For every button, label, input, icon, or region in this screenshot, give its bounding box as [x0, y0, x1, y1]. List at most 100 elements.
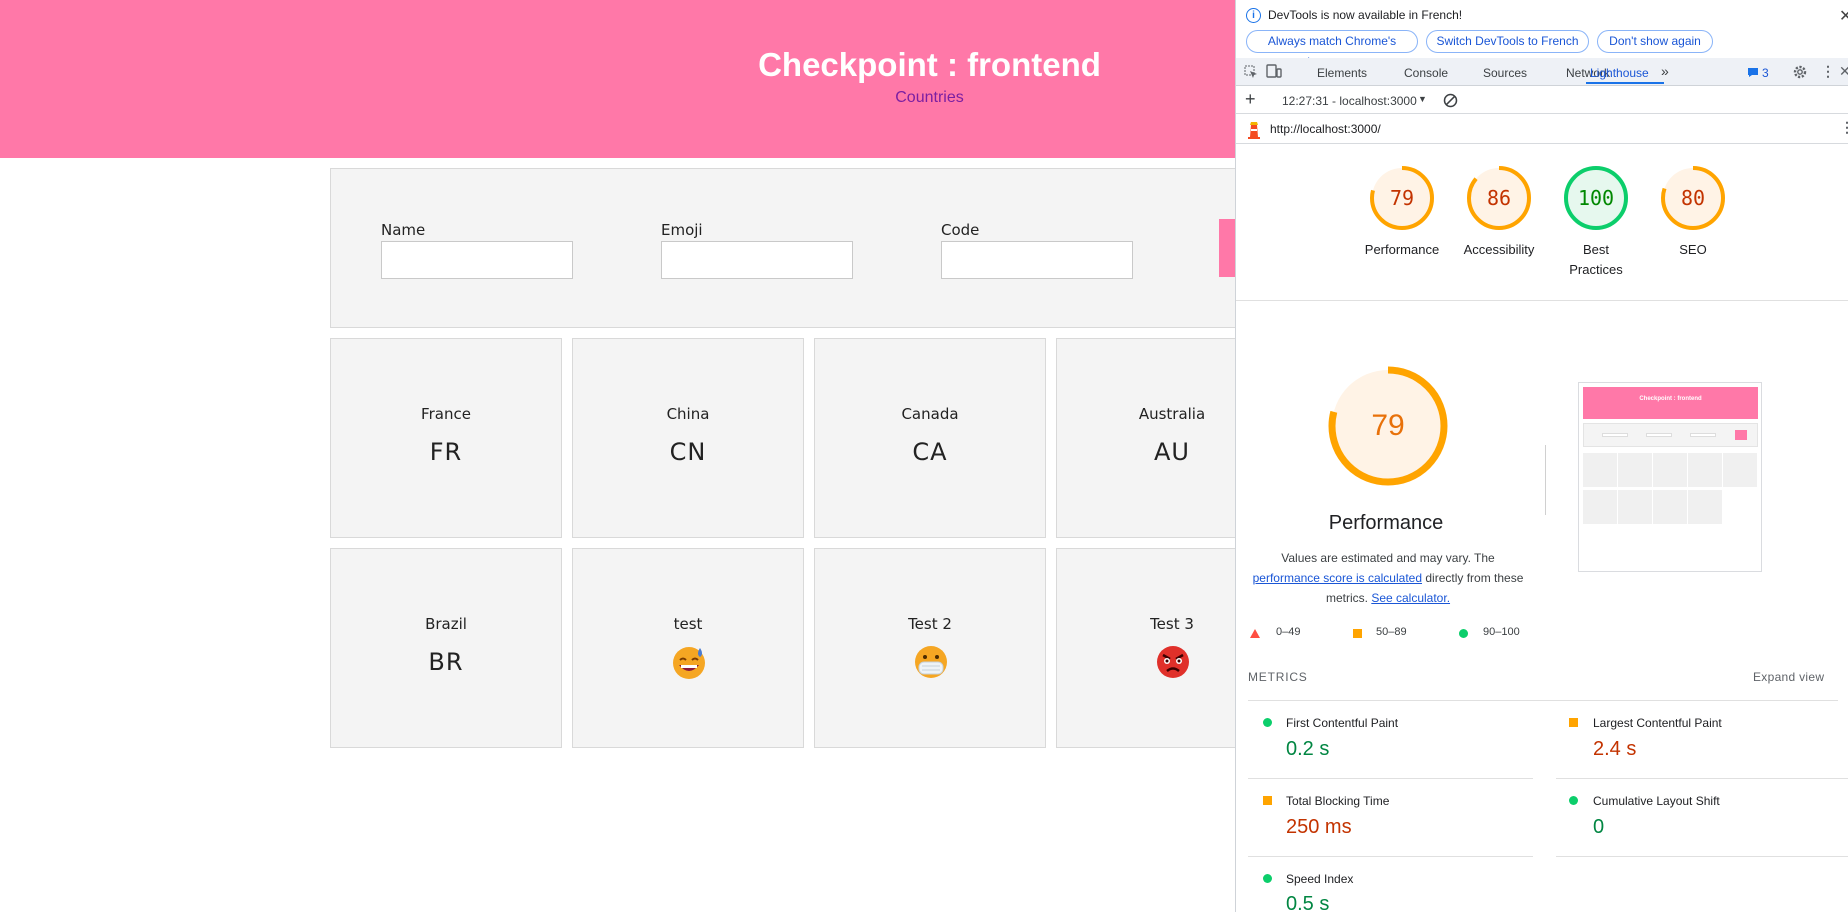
card-name: Australia — [1138, 405, 1206, 423]
performance-gauge[interactable]: 79 — [1368, 164, 1436, 232]
country-card: China CN — [572, 338, 804, 538]
pass-circle-icon — [1459, 629, 1468, 638]
pass-circle-icon — [1569, 796, 1578, 805]
metrics-header: METRICS — [1248, 670, 1308, 684]
card-name: Test 2 — [908, 615, 952, 633]
grinning-sweat-emoji-icon — [673, 647, 705, 679]
pass-circle-icon — [1263, 718, 1272, 727]
chevron-down-icon[interactable]: ▼ — [1418, 94, 1427, 104]
card-name: Canada — [901, 405, 959, 423]
thumb-cards — [1583, 453, 1758, 525]
dont-show-again-button[interactable]: Don't show again — [1597, 30, 1713, 53]
always-match-language-button[interactable]: Always match Chrome's language — [1246, 30, 1418, 69]
issues-icon[interactable] — [1747, 67, 1759, 78]
metric-si-title: Speed Index — [1286, 872, 1354, 886]
country-card: Test 2 — [814, 548, 1046, 748]
thumb-header — [1583, 387, 1758, 419]
metric-fcp-value: 0.2 s — [1286, 738, 1330, 760]
countries-link[interactable]: Countries — [0, 89, 1235, 107]
performance-description: Values are estimated and may vary. The p… — [1248, 548, 1528, 608]
legend-fail: 0–49 — [1276, 626, 1301, 638]
issues-count[interactable]: 3 — [1762, 66, 1769, 80]
metric-cls-value: 0 — [1593, 816, 1605, 838]
card-code: AU — [1154, 438, 1190, 466]
new-report-icon[interactable]: + — [1245, 89, 1256, 110]
average-square-icon — [1353, 629, 1362, 638]
seo-gauge[interactable]: 80 — [1659, 164, 1727, 232]
name-input[interactable] — [381, 241, 573, 279]
report-url[interactable]: http://localhost:3000/ — [1270, 122, 1381, 136]
name-label: Name — [381, 221, 426, 239]
desc-text-1: Values are estimated and may vary. The — [1281, 551, 1495, 565]
metric-row-line — [1556, 856, 1848, 857]
report-menu-icon[interactable]: ⋮ — [1840, 119, 1848, 136]
clear-icon[interactable] — [1443, 93, 1458, 108]
seo-score: 80 — [1680, 186, 1706, 210]
legend-average: 50–89 — [1376, 626, 1407, 638]
card-name: test — [673, 615, 703, 633]
face-with-mask-emoji-icon — [915, 646, 947, 678]
tab-elements[interactable]: Elements — [1317, 66, 1367, 80]
country-card: Australia AU — [1056, 338, 1235, 538]
active-tab-indicator — [1586, 82, 1664, 84]
accessibility-score: 86 — [1486, 186, 1512, 210]
devtools-tabbar: Elements Console Sources Network Lightho… — [1236, 58, 1848, 86]
card-name: Test 3 — [1150, 615, 1194, 633]
metric-row-line — [1248, 856, 1533, 857]
card-name: France — [421, 405, 471, 423]
inspect-element-icon[interactable] — [1244, 65, 1258, 79]
close-icon[interactable]: ✕ — [1839, 6, 1848, 26]
seo-label: SEO — [1679, 242, 1707, 257]
device-toolbar-icon[interactable] — [1266, 64, 1282, 79]
metric-lcp-title: Largest Contentful Paint — [1593, 716, 1722, 730]
pass-circle-icon — [1263, 874, 1272, 883]
emoji-input[interactable] — [661, 241, 853, 279]
vertical-separator — [1545, 445, 1546, 515]
metric-tbt-title: Total Blocking Time — [1286, 794, 1390, 808]
more-tabs-icon[interactable]: » — [1661, 63, 1669, 79]
section-divider — [1236, 300, 1848, 301]
country-card: test — [572, 548, 804, 748]
thumb-title: Checkpoint : frontend — [1639, 396, 1702, 402]
angry-face-emoji-icon — [1157, 646, 1189, 678]
legend-pass: 90–100 — [1483, 626, 1520, 638]
language-infobar: i DevTools is now available in French! ✕… — [1236, 0, 1848, 69]
close-devtools-icon[interactable]: ✕ — [1839, 63, 1848, 80]
report-url-bar: http://localhost:3000/ ⋮ — [1236, 114, 1848, 144]
accessibility-label: Accessibility — [1463, 242, 1535, 257]
report-selector[interactable]: 12:27:31 - localhost:3000 — [1282, 94, 1417, 108]
tab-lighthouse[interactable]: Lighthouse — [1590, 66, 1649, 80]
switch-to-french-button[interactable]: Switch DevTools to French — [1426, 30, 1589, 53]
country-card: France FR — [330, 338, 562, 538]
tab-console[interactable]: Console — [1404, 66, 1448, 80]
gear-icon[interactable] — [1792, 64, 1808, 80]
fail-triangle-icon — [1250, 629, 1260, 638]
average-square-icon — [1263, 796, 1272, 805]
thumb-form — [1583, 423, 1758, 447]
country-card: Test 3 — [1056, 548, 1235, 748]
devtools-panel: i DevTools is now available in French! ✕… — [1235, 0, 1848, 912]
metric-si-value: 0.5 s — [1286, 893, 1330, 912]
code-input[interactable] — [941, 241, 1133, 279]
metric-cls-title: Cumulative Layout Shift — [1593, 794, 1720, 808]
accessibility-gauge[interactable]: 86 — [1465, 164, 1533, 232]
expand-view-button[interactable]: Expand view — [1753, 670, 1824, 684]
score-calculated-link[interactable]: performance score is calculated — [1253, 571, 1422, 585]
performance-big-score: 79 — [1371, 409, 1405, 442]
add-button[interactable] — [1219, 219, 1235, 277]
best-practices-gauge[interactable]: 100 — [1562, 164, 1630, 232]
tab-sources[interactable]: Sources — [1483, 66, 1527, 80]
metric-row-line — [1556, 778, 1848, 779]
card-code: FR — [429, 438, 463, 466]
performance-label: Performance — [1364, 242, 1440, 257]
final-screenshot-thumbnail[interactable]: Checkpoint : frontend — [1578, 382, 1762, 572]
add-country-form: Name Emoji Code — [330, 168, 1235, 328]
card-name: China — [666, 405, 710, 423]
card-code: CA — [912, 438, 948, 466]
performance-score: 79 — [1389, 186, 1415, 210]
see-calculator-link[interactable]: See calculator. — [1371, 591, 1450, 605]
average-square-icon — [1569, 718, 1578, 727]
lighthouse-logo-icon — [1248, 122, 1260, 139]
more-options-icon[interactable]: ⋮ — [1821, 63, 1835, 80]
card-code: BR — [428, 648, 464, 676]
